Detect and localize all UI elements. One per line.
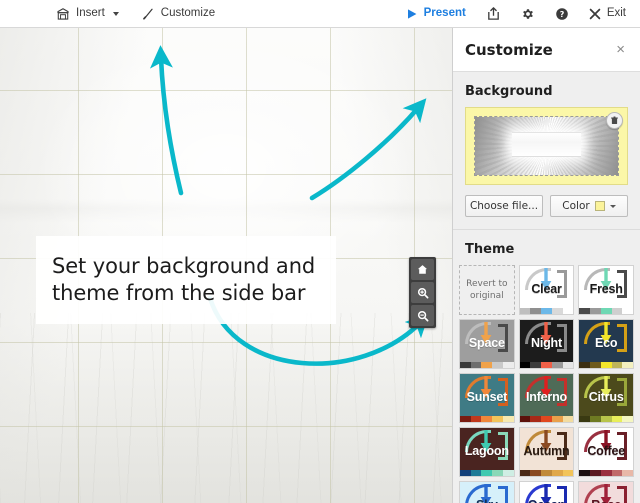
theme-tile-clear[interactable]: Clear bbox=[518, 265, 575, 315]
theme-name-label: Sky bbox=[476, 498, 498, 503]
theme-swatch-strip bbox=[579, 470, 633, 476]
zoom-in-button[interactable] bbox=[411, 282, 434, 303]
background-thumbnail-image bbox=[474, 116, 619, 176]
sidebar-header: Customize × bbox=[453, 28, 640, 72]
page-title: Customize bbox=[465, 40, 553, 59]
zoom-out-button[interactable] bbox=[411, 305, 434, 326]
theme-swatch-strip bbox=[460, 470, 514, 476]
svg-text:?: ? bbox=[560, 10, 565, 19]
customize-label: Customize bbox=[160, 6, 216, 19]
present-label: Present bbox=[423, 6, 466, 19]
zoom-in-icon bbox=[417, 287, 429, 299]
help-circle-icon: ? bbox=[555, 7, 569, 21]
background-section-title: Background bbox=[465, 84, 553, 99]
theme-swatch-strip bbox=[519, 308, 574, 314]
theme-swatch-strip bbox=[579, 308, 633, 314]
customize-toolbar-button[interactable]: Customize bbox=[141, 7, 215, 21]
gear-icon bbox=[521, 7, 535, 21]
presentation-canvas[interactable]: Set your background and theme from the s… bbox=[0, 28, 452, 503]
share-icon bbox=[486, 6, 501, 21]
theme-name-label: Fresh bbox=[589, 282, 623, 296]
theme-name-label: Rose bbox=[591, 498, 621, 503]
theme-tile-night[interactable]: Night bbox=[518, 319, 575, 369]
trash-icon bbox=[610, 112, 619, 130]
color-label: Color bbox=[562, 200, 590, 212]
theme-tile-rose[interactable]: Rose bbox=[578, 481, 634, 503]
theme-name-label: Sunset bbox=[466, 390, 508, 404]
close-icon[interactable]: × bbox=[613, 40, 628, 59]
theme-swatch-strip bbox=[519, 362, 574, 368]
theme-name-label: Night bbox=[531, 336, 562, 350]
theme-tile-citrus[interactable]: Citrus bbox=[578, 373, 634, 423]
play-triangle-icon bbox=[406, 8, 418, 20]
background-thumbnail-frame[interactable] bbox=[465, 107, 628, 185]
help-button[interactable]: ? bbox=[555, 7, 569, 21]
theme-swatch-strip bbox=[519, 416, 574, 422]
theme-swatch-strip bbox=[579, 362, 633, 368]
theme-name-label: Coffee bbox=[587, 444, 626, 458]
delete-background-button[interactable] bbox=[606, 112, 623, 129]
theme-tile-lagoon[interactable]: Lagoon bbox=[459, 427, 515, 477]
customize-sidebar: Customize × Background Choose file... Co… bbox=[452, 28, 640, 503]
toolbar-right-group: Present ? Exit bbox=[406, 6, 626, 21]
theme-name-label: Eco bbox=[595, 336, 618, 350]
theme-name-label: Ocean bbox=[528, 498, 565, 503]
choose-file-button[interactable]: Choose file... bbox=[465, 195, 543, 217]
theme-bracket-icon bbox=[497, 486, 508, 503]
exit-label: Exit bbox=[606, 6, 626, 19]
arrow-to-sidebar-top bbox=[309, 98, 427, 201]
theme-swatch-strip bbox=[460, 362, 514, 368]
top-toolbar: Insert Customize Present ? Exit bbox=[0, 0, 640, 28]
color-swatch-icon bbox=[594, 201, 605, 211]
home-button[interactable] bbox=[411, 259, 434, 280]
insert-button[interactable]: Insert bbox=[56, 7, 119, 21]
callout-line-2: theme from the side bar bbox=[52, 281, 306, 305]
chevron-down-icon bbox=[609, 204, 616, 208]
chevron-down-icon bbox=[112, 11, 119, 16]
theme-tile-ocean[interactable]: Ocean bbox=[518, 481, 575, 503]
present-button[interactable]: Present bbox=[406, 6, 466, 20]
theme-swatch-strip bbox=[579, 416, 633, 422]
insert-label: Insert bbox=[76, 6, 105, 19]
theme-name-label: Inferno bbox=[526, 390, 567, 404]
theme-name-label: Autumn bbox=[523, 444, 570, 458]
toolbar-left-group: Insert Customize bbox=[56, 7, 215, 21]
background-block: Choose file... Color bbox=[453, 107, 640, 217]
brush-icon bbox=[141, 7, 155, 21]
zoom-out-icon bbox=[417, 310, 429, 322]
theme-swatch-strip bbox=[519, 470, 574, 476]
theme-tile-coffee[interactable]: Coffee bbox=[578, 427, 634, 477]
app-root: Insert Customize Present ? Exit Set your… bbox=[0, 0, 640, 503]
theme-swatch-strip bbox=[460, 416, 514, 422]
theme-name-label: Citrus bbox=[588, 390, 624, 404]
theme-bracket-icon bbox=[617, 324, 627, 352]
theme-tile-eco[interactable]: Eco bbox=[578, 319, 634, 369]
theme-tile-sky[interactable]: Sky bbox=[459, 481, 515, 503]
choose-file-label: Choose file... bbox=[469, 200, 539, 212]
canvas-floor-shading bbox=[0, 313, 452, 503]
theme-name-label: Clear bbox=[531, 282, 562, 296]
callout-line-1: Set your background and bbox=[52, 253, 316, 278]
theme-section-title: Theme bbox=[465, 242, 515, 257]
exit-button[interactable]: Exit bbox=[589, 6, 626, 20]
theme-tile-fresh[interactable]: Fresh bbox=[578, 265, 634, 315]
theme-name-label: Lagoon bbox=[464, 444, 509, 458]
theme-name-label: Space bbox=[468, 336, 505, 350]
arrow-to-customize bbox=[149, 45, 184, 196]
share-button[interactable] bbox=[486, 6, 501, 21]
close-x-icon bbox=[589, 8, 601, 20]
callout-box: Set your background and theme from the s… bbox=[36, 236, 336, 324]
theme-tile-inferno[interactable]: Inferno bbox=[518, 373, 575, 423]
theme-tile-sunset[interactable]: Sunset bbox=[459, 373, 515, 423]
theme-grid: Revert to original Clear Fresh Space Night E… bbox=[453, 265, 640, 503]
revert-to-original-tile[interactable]: Revert to original bbox=[459, 265, 515, 315]
canvas-zoom-controls bbox=[409, 257, 436, 328]
settings-button[interactable] bbox=[521, 7, 535, 21]
theme-tile-space[interactable]: Space bbox=[459, 319, 515, 369]
theme-tile-autumn[interactable]: Autumn bbox=[518, 427, 575, 477]
background-buttons: Choose file... Color bbox=[465, 195, 628, 217]
insert-image-icon bbox=[56, 7, 70, 21]
color-button[interactable]: Color bbox=[550, 195, 628, 217]
home-icon bbox=[417, 264, 428, 275]
